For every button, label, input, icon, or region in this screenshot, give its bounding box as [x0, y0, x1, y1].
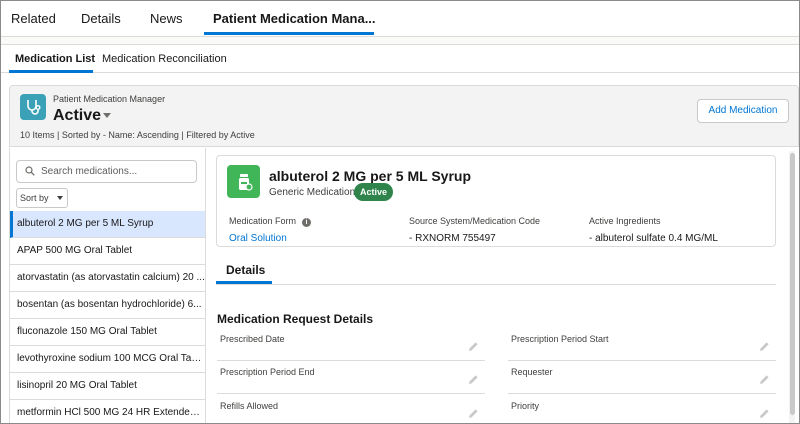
pencil-icon[interactable]	[759, 408, 770, 419]
field-refills-allowed: Refills Allowed	[217, 395, 485, 423]
source-system-value: - RXNORM 755497	[409, 233, 496, 244]
field-label: Requester	[511, 367, 553, 377]
divider	[216, 284, 776, 285]
sort-by-label: Sort by	[20, 193, 49, 203]
medication-list: albuterol 2 MG per 5 ML Syrup APAP 500 M…	[10, 211, 205, 423]
tab-details[interactable]: Details	[81, 11, 121, 26]
list-item[interactable]: bosentan (as bosentan hydrochloride) 6..…	[10, 292, 205, 319]
tab-related[interactable]: Related	[11, 11, 56, 26]
active-ingredients-value: - albuterol sulfate 0.4 MG/ML	[589, 233, 718, 244]
add-medication-button[interactable]: Add Medication	[697, 99, 789, 123]
medication-type: Generic Medication	[269, 187, 356, 198]
subtab-bar: Medication List Medication Reconciliatio…	[1, 45, 799, 73]
medication-form-link[interactable]: Oral Solution	[229, 233, 287, 244]
list-context-label: Patient Medication Manager	[53, 94, 166, 104]
pencil-icon[interactable]	[759, 341, 770, 352]
subtab-medication-list[interactable]: Medication List	[15, 53, 95, 65]
field-label-active-ingredients: Active Ingredients	[589, 216, 661, 226]
list-view-title[interactable]: Active	[53, 107, 101, 125]
field-prescribed-date: Prescribed Date	[217, 328, 485, 361]
medication-detail-pane: albuterol 2 MG per 5 ML Syrup Generic Me…	[206, 148, 799, 423]
field-label: Prescription Period Start	[511, 334, 609, 344]
pencil-icon[interactable]	[468, 341, 479, 352]
pencil-icon[interactable]	[468, 408, 479, 419]
divider	[1, 37, 799, 45]
search-input[interactable]	[41, 163, 191, 180]
subtab-medication-reconciliation[interactable]: Medication Reconciliation	[102, 53, 227, 65]
list-view-header: Patient Medication Manager Active 10 Ite…	[9, 85, 799, 147]
active-subtab-indicator	[9, 70, 93, 73]
stethoscope-icon	[20, 94, 46, 120]
chevron-down-icon	[57, 196, 63, 200]
search-icon	[25, 166, 35, 176]
sort-by-dropdown[interactable]: Sort by	[16, 188, 68, 208]
list-item[interactable]: albuterol 2 MG per 5 ML Syrup	[10, 211, 205, 238]
field-label: Priority	[511, 401, 540, 411]
field-label-source-system: Source System/Medication Code	[409, 216, 541, 226]
list-item[interactable]: lisinopril 20 MG Oral Tablet	[10, 373, 205, 400]
tab-news[interactable]: News	[150, 11, 183, 26]
status-badge: Active	[354, 183, 394, 201]
tab-details-section[interactable]: Details	[226, 263, 265, 277]
list-item[interactable]: metformin HCl 500 MG 24 HR Extended ...	[10, 400, 205, 423]
pill-bottle-icon	[227, 165, 260, 198]
list-view-switcher-chevron-down-icon[interactable]	[103, 113, 111, 118]
search-box	[16, 160, 197, 183]
field-prescription-period-start: Prescription Period Start	[508, 328, 776, 361]
medication-list-pane: Sort by albuterol 2 MG per 5 ML Syrup AP…	[9, 148, 206, 423]
field-label: Refills Allowed	[220, 401, 279, 411]
field-label: Prescribed Date	[220, 334, 285, 344]
field-label-medication-form: Medication Form i	[229, 216, 312, 227]
field-prescription-period-end: Prescription Period End	[217, 361, 485, 394]
active-tab-indicator	[204, 32, 374, 35]
medication-summary-card: albuterol 2 MG per 5 ML Syrup Generic Me…	[216, 155, 776, 247]
list-item[interactable]: APAP 500 MG Oral Tablet	[10, 238, 205, 265]
tab-patient-medication-manager[interactable]: Patient Medication Mana...	[213, 11, 376, 26]
medication-name: albuterol 2 MG per 5 ML Syrup	[269, 168, 472, 184]
record-tab-bar: Related Details News Patient Medication …	[1, 1, 799, 37]
pencil-icon[interactable]	[759, 374, 770, 385]
scrollbar-thumb[interactable]	[790, 153, 795, 415]
list-item[interactable]: levothyroxine sodium 100 MCG Oral Tablet	[10, 346, 205, 373]
field-requester: Requester	[508, 361, 776, 394]
field-priority: Priority	[508, 395, 776, 423]
info-icon[interactable]: i	[302, 218, 312, 227]
list-item[interactable]: atorvastatin (as atorvastatin calcium) 2…	[10, 265, 205, 292]
list-view-meta: 10 Items | Sorted by - Name: Ascending |…	[20, 130, 255, 140]
section-title: Medication Request Details	[217, 312, 374, 326]
list-item[interactable]: fluconazole 150 MG Oral Tablet	[10, 319, 205, 346]
field-label: Prescription Period End	[220, 367, 315, 377]
app-frame: Related Details News Patient Medication …	[0, 0, 800, 424]
pencil-icon[interactable]	[468, 374, 479, 385]
